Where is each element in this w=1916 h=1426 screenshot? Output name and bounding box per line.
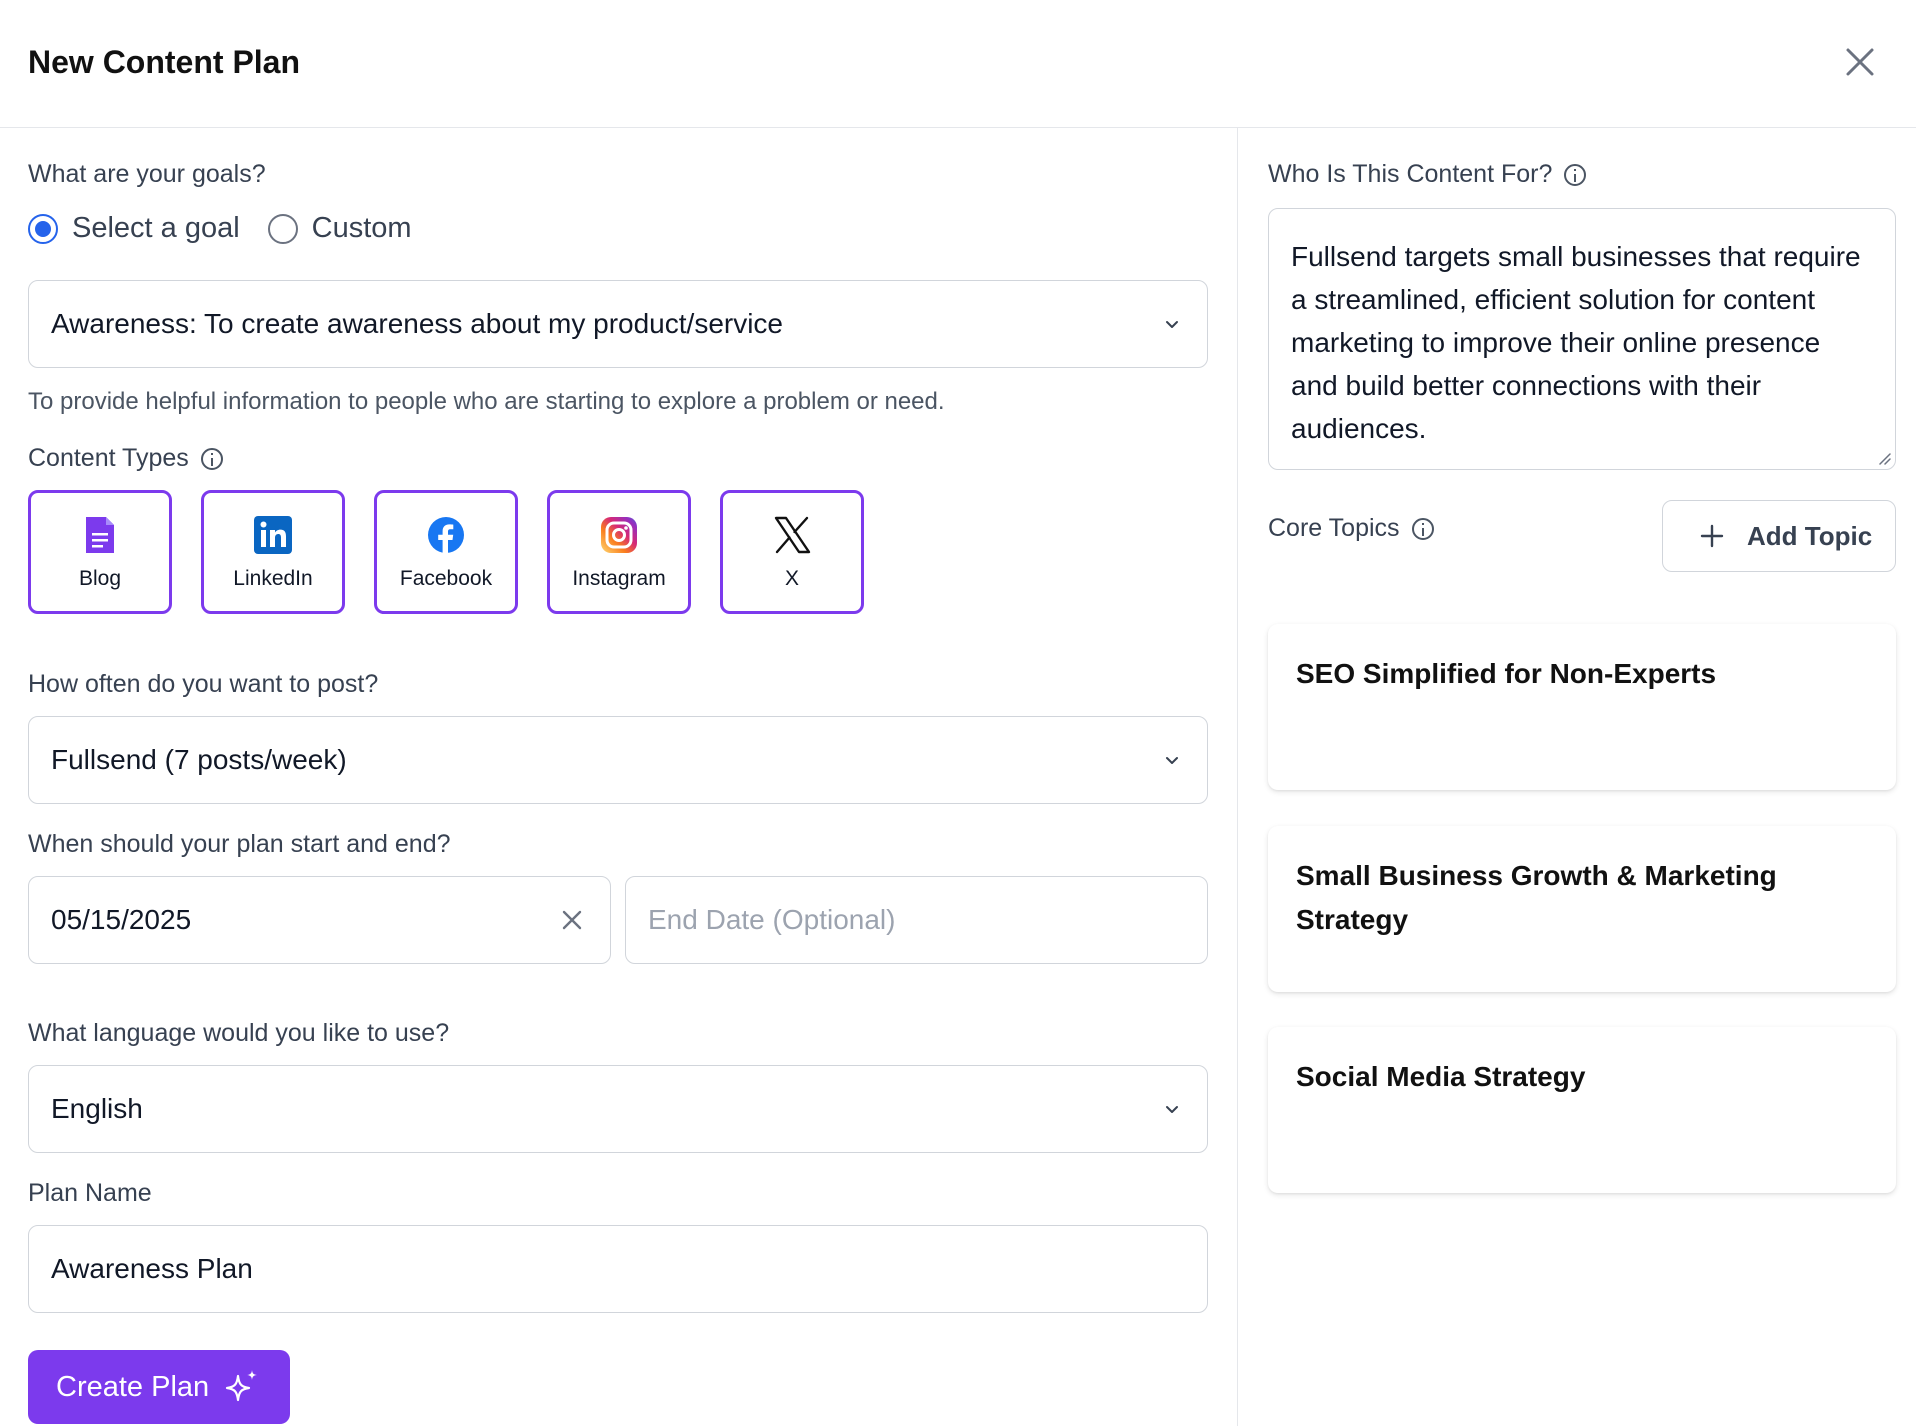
plus-icon xyxy=(1700,524,1724,548)
core-topics-header: Core Topics xyxy=(1268,514,1434,543)
content-type-x[interactable]: X xyxy=(720,490,864,614)
frequency-select[interactable]: Fullsend (7 posts/week) xyxy=(28,716,1208,804)
topic-title: Social Media Strategy xyxy=(1296,1061,1586,1092)
radio-select-goal-label[interactable]: Select a goal xyxy=(72,212,240,245)
goal-select[interactable]: Awareness: To create awareness about my … xyxy=(28,280,1208,368)
resize-handle-icon[interactable] xyxy=(1877,451,1891,465)
content-type-label: LinkedIn xyxy=(233,567,313,590)
close-icon[interactable] xyxy=(1842,44,1878,80)
radio-select-goal[interactable] xyxy=(28,213,58,244)
content-type-label: Blog xyxy=(78,567,122,590)
content-type-linkedin[interactable]: LinkedIn xyxy=(201,490,345,614)
language-label: What language would you like to use? xyxy=(28,1019,450,1047)
info-icon[interactable] xyxy=(200,447,223,470)
audience-label: Who Is This Content For? xyxy=(1268,160,1553,188)
start-date-input[interactable]: 05/15/2025 xyxy=(28,876,611,964)
chevron-down-icon xyxy=(1166,321,1178,328)
goal-mode-radios: Select a goal Custom xyxy=(28,212,440,245)
content-types-label: Content Types xyxy=(28,444,189,472)
dates-label: When should your plan start and end? xyxy=(28,830,451,858)
chevron-down-icon xyxy=(1166,757,1178,764)
topic-title: SEO Simplified for Non-Experts xyxy=(1296,658,1717,689)
column-divider xyxy=(1237,128,1238,1426)
content-types-header: Content Types xyxy=(28,444,223,473)
plan-name-label: Plan Name xyxy=(28,1179,152,1207)
audience-text: Fullsend targets small businesses that r… xyxy=(1291,241,1861,444)
content-type-facebook[interactable]: Facebook xyxy=(374,490,518,614)
sparkle-icon xyxy=(226,1370,258,1402)
content-type-instagram[interactable]: Instagram xyxy=(547,490,691,614)
topic-card[interactable]: SEO Simplified for Non-Experts xyxy=(1268,624,1896,790)
plan-name-input[interactable]: Awareness Plan xyxy=(28,1225,1208,1313)
facebook-icon xyxy=(426,515,466,555)
topic-card[interactable]: Small Business Growth & Marketing Strate… xyxy=(1268,826,1896,992)
topic-card[interactable]: Social Media Strategy xyxy=(1268,1027,1896,1193)
start-date-value: 05/15/2025 xyxy=(51,904,192,935)
goal-select-value: Awareness: To create awareness about my … xyxy=(51,308,784,339)
linkedin-icon xyxy=(253,515,293,555)
dialog-header: New Content Plan xyxy=(0,0,1916,128)
content-type-blog[interactable]: Blog xyxy=(28,490,172,614)
info-icon[interactable] xyxy=(1564,163,1587,186)
content-type-label: X xyxy=(784,567,799,590)
core-topics-label: Core Topics xyxy=(1268,514,1400,542)
goals-label: What are your goals? xyxy=(28,160,266,188)
radio-custom[interactable] xyxy=(267,213,298,244)
create-plan-button[interactable]: Create Plan xyxy=(28,1350,290,1424)
end-date-placeholder: End Date (Optional) xyxy=(648,904,896,935)
frequency-select-value: Fullsend (7 posts/week) xyxy=(51,744,347,775)
audience-textarea[interactable]: Fullsend targets small businesses that r… xyxy=(1268,208,1896,470)
info-icon[interactable] xyxy=(1411,517,1434,540)
instagram-icon xyxy=(599,515,639,555)
x-icon xyxy=(772,515,812,555)
end-date-input[interactable]: End Date (Optional) xyxy=(625,876,1208,964)
language-select-value: English xyxy=(51,1093,143,1124)
add-topic-label: Add Topic xyxy=(1747,520,1873,551)
chevron-down-icon xyxy=(1166,1106,1178,1113)
blog-doc-icon xyxy=(80,515,120,555)
plan-name-value: Awareness Plan xyxy=(51,1253,253,1284)
topic-title: Small Business Growth & Marketing Strate… xyxy=(1296,860,1777,935)
clear-icon[interactable] xyxy=(560,908,584,932)
dialog-title: New Content Plan xyxy=(28,44,301,80)
frequency-label: How often do you want to post? xyxy=(28,670,379,698)
create-plan-label: Create Plan xyxy=(56,1370,210,1403)
add-topic-button[interactable]: Add Topic xyxy=(1662,500,1896,572)
language-select[interactable]: English xyxy=(28,1065,1208,1153)
goal-description: To provide helpful information to people… xyxy=(28,388,945,415)
content-type-label: Instagram xyxy=(572,567,666,590)
audience-header: Who Is This Content For? xyxy=(1268,160,1587,189)
radio-custom-label[interactable]: Custom xyxy=(312,212,412,245)
content-type-label: Facebook xyxy=(399,567,493,590)
